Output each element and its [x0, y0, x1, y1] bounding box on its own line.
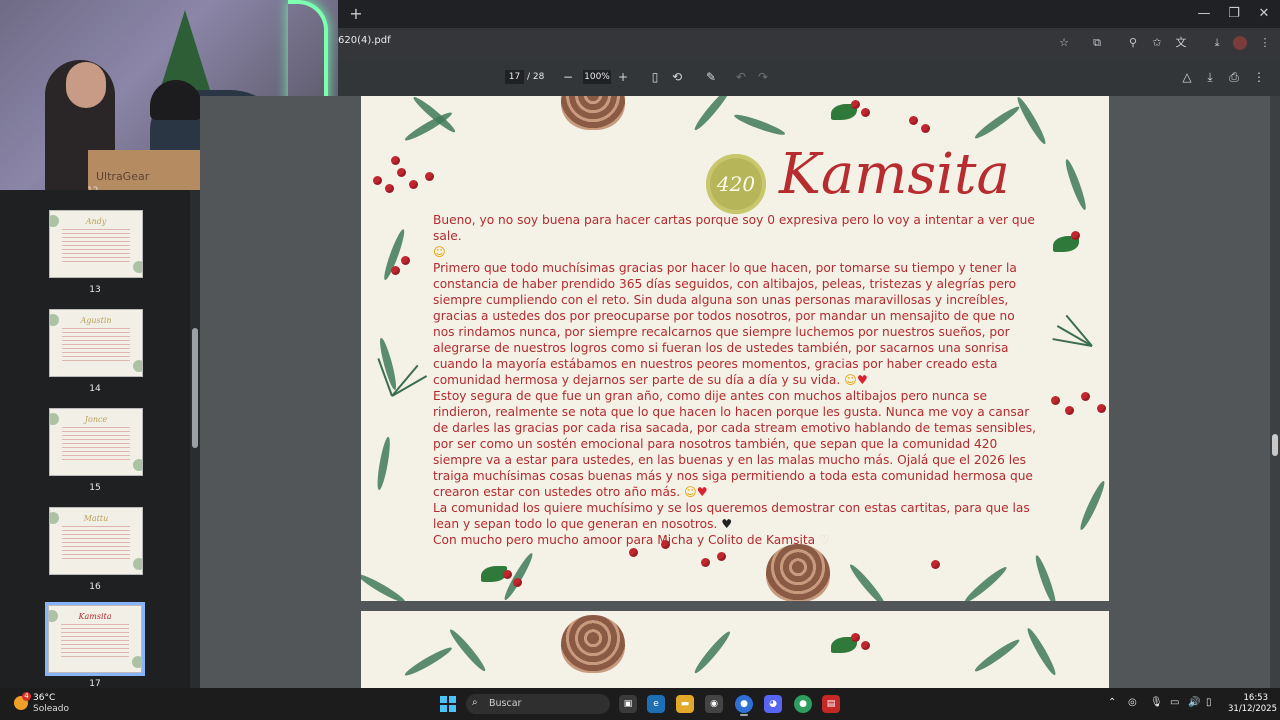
- chevron-up-icon[interactable]: ⌃: [1108, 697, 1116, 708]
- network-icon[interactable]: ▭: [1170, 697, 1179, 708]
- file-explorer-icon[interactable]: ▬: [676, 695, 694, 713]
- task-view-icon[interactable]: ▣: [619, 695, 637, 713]
- paragraph-1: Bueno, yo no soy buena para hacer cartas…: [433, 213, 1035, 259]
- undo-icon[interactable]: ↶: [732, 68, 750, 86]
- page-thumbnail-14[interactable]: Agustin: [49, 309, 143, 377]
- smile-emoji: ☺: [433, 245, 446, 259]
- search-icon: ⌕: [472, 697, 478, 708]
- smile-emoji: ☺: [844, 373, 857, 387]
- webcam-box-label: UltraGear: [96, 170, 150, 183]
- extension-icon[interactable]: ⚲: [1124, 34, 1142, 52]
- chrome-profile-icon[interactable]: ●: [794, 695, 812, 713]
- page-thumbnail-15[interactable]: Jonce: [49, 408, 143, 476]
- app-icon[interactable]: ▤: [822, 695, 840, 713]
- fit-page-icon[interactable]: ▯: [646, 68, 664, 86]
- black-heart-emoji: ♥: [721, 517, 733, 531]
- discord-icon[interactable]: ◕: [764, 695, 782, 713]
- page-thumbnail-16[interactable]: Mattu: [49, 507, 143, 575]
- redo-icon[interactable]: ↷: [754, 68, 772, 86]
- zoom-out-icon[interactable]: −: [559, 68, 577, 86]
- obs-icon[interactable]: ◉: [705, 695, 723, 713]
- page-thumbnail-17[interactable]: Kamsita: [45, 602, 145, 676]
- tray-app-icon[interactable]: ◎: [1128, 697, 1137, 708]
- draw-icon[interactable]: ✎: [702, 68, 720, 86]
- thumbnail-label: 15: [89, 483, 101, 493]
- new-tab-button[interactable]: +: [346, 4, 366, 24]
- heart-emoji: ♥: [856, 373, 868, 387]
- smile-emoji: ☺: [684, 485, 697, 499]
- download-pdf-icon[interactable]: ⤓: [1201, 68, 1219, 86]
- paragraph-2: Primero que todo muchísimas gracias por …: [433, 261, 1017, 387]
- battery-icon[interactable]: ▯: [1206, 697, 1212, 708]
- letter-body: Bueno, yo no soy buena para hacer cartas…: [433, 212, 1039, 548]
- zoom-in-icon[interactable]: +: [614, 68, 632, 86]
- edge-icon[interactable]: e: [647, 695, 665, 713]
- page-thumbnail-13[interactable]: Andy: [49, 210, 143, 278]
- 420-badge: 420: [706, 154, 766, 214]
- heart-emoji: ♡: [818, 533, 830, 547]
- pdf-menu-icon[interactable]: ⋮: [1250, 68, 1268, 86]
- chrome-icon[interactable]: ●: [735, 695, 753, 713]
- paragraph-4: La comunidad los quiere muchísimo y se l…: [433, 501, 1030, 531]
- page-number-input[interactable]: 17: [505, 70, 524, 84]
- clock-time: 16:53: [1243, 693, 1269, 703]
- thumbnail-label: 16: [89, 582, 101, 592]
- rotate-icon[interactable]: ⟲: [668, 68, 686, 86]
- sidebar-scroll-thumb[interactable]: [192, 328, 198, 448]
- active-app-indicator: [740, 714, 748, 716]
- letter-title: Kamsita: [779, 142, 1010, 207]
- start-button[interactable]: [440, 696, 456, 712]
- extensions-icon[interactable]: ⧉: [1088, 34, 1106, 52]
- windows-taskbar: [0, 688, 1280, 720]
- viewer-scroll-thumb[interactable]: [1272, 434, 1278, 456]
- print-icon[interactable]: ⎙: [1225, 68, 1243, 86]
- thumb-title: Andy: [85, 217, 107, 226]
- thumbnail-label: 13: [89, 285, 101, 295]
- weather-badge: 4: [22, 692, 31, 701]
- heart-emoji: ♥: [696, 485, 708, 499]
- translate-icon[interactable]: 文: [1172, 34, 1190, 52]
- paragraph-3: Estoy segura de que fue un gran año, com…: [433, 389, 1036, 499]
- minimize-button[interactable]: —: [1192, 4, 1216, 24]
- downloads-icon[interactable]: ⤓: [1208, 34, 1226, 52]
- thumb-title: Agustin: [80, 316, 112, 325]
- taskbar-clock[interactable]: 16:53 31/12/2025: [1228, 693, 1277, 715]
- pdf-page-18: [361, 611, 1109, 691]
- maximize-button[interactable]: ❐: [1222, 4, 1246, 24]
- drive-icon[interactable]: △: [1178, 68, 1196, 86]
- zoom-input[interactable]: 100%: [583, 70, 611, 84]
- page-total: / 28: [527, 72, 545, 82]
- microphone-icon[interactable]: 🎙: [1150, 697, 1163, 708]
- bookmark-star-icon[interactable]: ☆: [1055, 34, 1073, 52]
- weather-condition[interactable]: Soleado: [33, 704, 69, 714]
- viewer-scrollbar[interactable]: [1270, 96, 1280, 688]
- close-window-button[interactable]: ✕: [1252, 4, 1276, 24]
- browser-menu-icon[interactable]: ⋮: [1256, 34, 1274, 52]
- thumb-title: Mattu: [83, 514, 109, 523]
- thumb-title: Jonce: [84, 415, 108, 424]
- weather-temperature[interactable]: 36°C: [33, 693, 55, 703]
- thumbnail-label: 14: [89, 384, 101, 394]
- volume-icon[interactable]: 🔊: [1188, 697, 1200, 708]
- search-placeholder: Buscar: [489, 698, 522, 709]
- favorites-icon[interactable]: ✩: [1148, 34, 1166, 52]
- taskbar-search[interactable]: [466, 694, 610, 714]
- clock-date: 31/12/2025: [1228, 704, 1277, 714]
- thumbnail-label: 12: [87, 186, 98, 190]
- paragraph-5: Con mucho pero mucho amoor para Micha y …: [433, 533, 830, 547]
- url-text[interactable]: 620(4).pdf: [338, 35, 391, 46]
- profile-avatar[interactable]: [1233, 36, 1247, 50]
- thumb-title: Kamsita: [78, 612, 112, 621]
